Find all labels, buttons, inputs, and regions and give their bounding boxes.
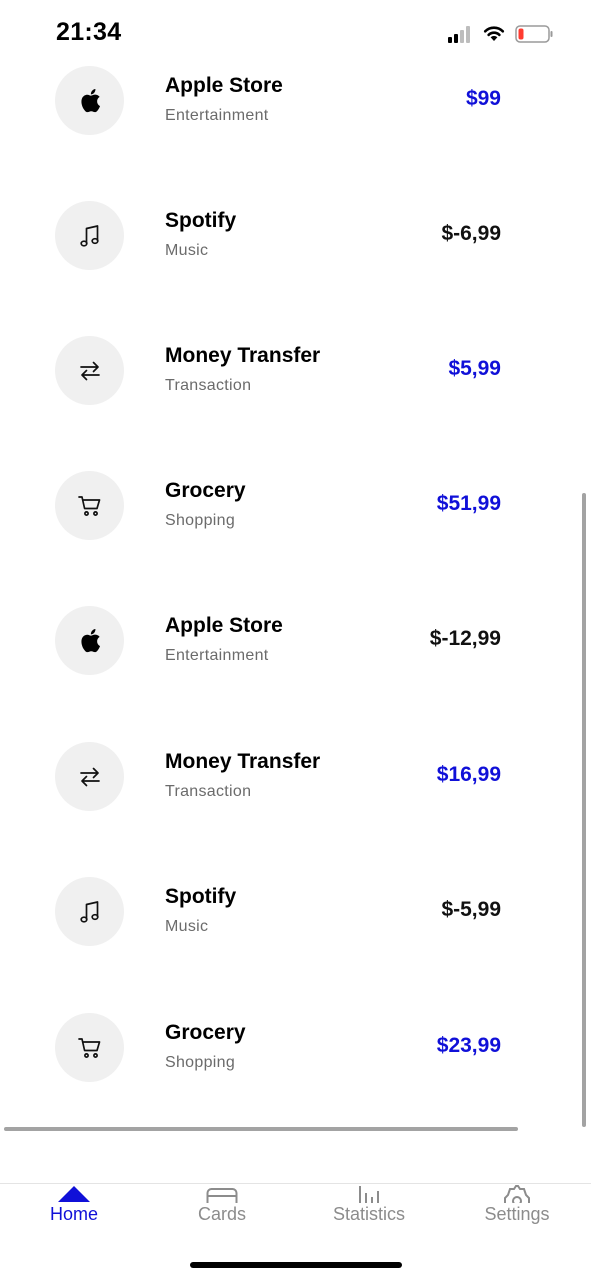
- battery-icon: [515, 25, 553, 43]
- transaction-category: Music: [165, 242, 209, 259]
- transaction-amount: $51,99: [436, 492, 501, 515]
- tab-label: Cards: [197, 1204, 246, 1224]
- transaction-row[interactable]: Money Transfer Transaction $5,99: [0, 336, 591, 406]
- gear-icon: [504, 1185, 530, 1203]
- wifi-icon: [483, 26, 505, 41]
- transaction-name: Spotify: [165, 885, 237, 908]
- transaction-name: Spotify: [165, 209, 237, 232]
- transaction-row[interactable]: Apple Store Entertainment $99: [0, 66, 591, 136]
- transaction-row[interactable]: Spotify Music $-5,99: [0, 877, 591, 947]
- tab-cards[interactable]: Cards: [148, 1184, 296, 1234]
- transaction-row[interactable]: Spotify Music $-6,99: [0, 201, 591, 271]
- status-bar: 21:34: [0, 0, 591, 66]
- tab-label: Home: [49, 1204, 98, 1224]
- transaction-amount: $5,99: [448, 357, 501, 380]
- transaction-amount: $23,99: [436, 1034, 501, 1057]
- transaction-name: Grocery: [165, 479, 246, 502]
- tab-settings[interactable]: Settings: [443, 1184, 591, 1234]
- transfer-arrows-icon: [55, 336, 124, 405]
- shopping-cart-icon: [55, 471, 124, 540]
- apple-icon: [55, 606, 124, 675]
- transaction-amount: $-6,99: [441, 222, 501, 245]
- horizontal-scrollbar[interactable]: [4, 1127, 518, 1131]
- music-note-icon: [55, 201, 124, 270]
- transfer-arrows-icon: [55, 742, 124, 811]
- transaction-category: Shopping: [165, 1054, 236, 1071]
- transaction-row[interactable]: Apple Store Entertainment $-12,99: [0, 606, 591, 676]
- transaction-category: Shopping: [165, 512, 236, 529]
- transaction-amount: $-12,99: [429, 627, 501, 650]
- transaction-category: Music: [165, 918, 209, 935]
- transaction-name: Apple Store: [165, 614, 283, 637]
- card-icon: [206, 1188, 238, 1203]
- transaction-name: Apple Store: [165, 74, 283, 97]
- music-note-icon: [55, 877, 124, 946]
- transaction-amount: $99: [465, 87, 501, 110]
- home-icon: [58, 1186, 90, 1202]
- tab-home[interactable]: Home: [0, 1184, 148, 1234]
- transaction-category: Transaction: [165, 783, 252, 800]
- tab-statistics[interactable]: Statistics: [295, 1184, 443, 1234]
- apple-icon: [55, 66, 124, 135]
- transaction-category: Entertainment: [165, 107, 269, 124]
- transaction-name: Money Transfer: [165, 344, 321, 367]
- tab-label: Settings: [484, 1204, 550, 1224]
- cellular-signal-icon: [448, 25, 476, 43]
- status-time: 21:34: [56, 18, 122, 46]
- transaction-name: Grocery: [165, 1021, 246, 1044]
- transaction-amount: $-5,99: [441, 898, 501, 921]
- transaction-amount: $16,99: [436, 763, 501, 786]
- transaction-list[interactable]: Apple Store Entertainment $99 Spotify Mu…: [0, 66, 591, 1126]
- vertical-scrollbar[interactable]: [582, 493, 586, 1127]
- transaction-category: Entertainment: [165, 647, 269, 664]
- home-indicator[interactable]: [190, 1262, 402, 1268]
- shopping-cart-icon: [55, 1013, 124, 1082]
- transaction-row[interactable]: Grocery Shopping $23,99: [0, 1013, 591, 1083]
- statistics-icon: [359, 1186, 379, 1203]
- tab-label: Statistics: [332, 1204, 406, 1224]
- transaction-row[interactable]: Grocery Shopping $51,99: [0, 471, 591, 541]
- transaction-category: Transaction: [165, 377, 252, 394]
- transaction-name: Money Transfer: [165, 750, 321, 773]
- transaction-row[interactable]: Money Transfer Transaction $16,99: [0, 742, 591, 812]
